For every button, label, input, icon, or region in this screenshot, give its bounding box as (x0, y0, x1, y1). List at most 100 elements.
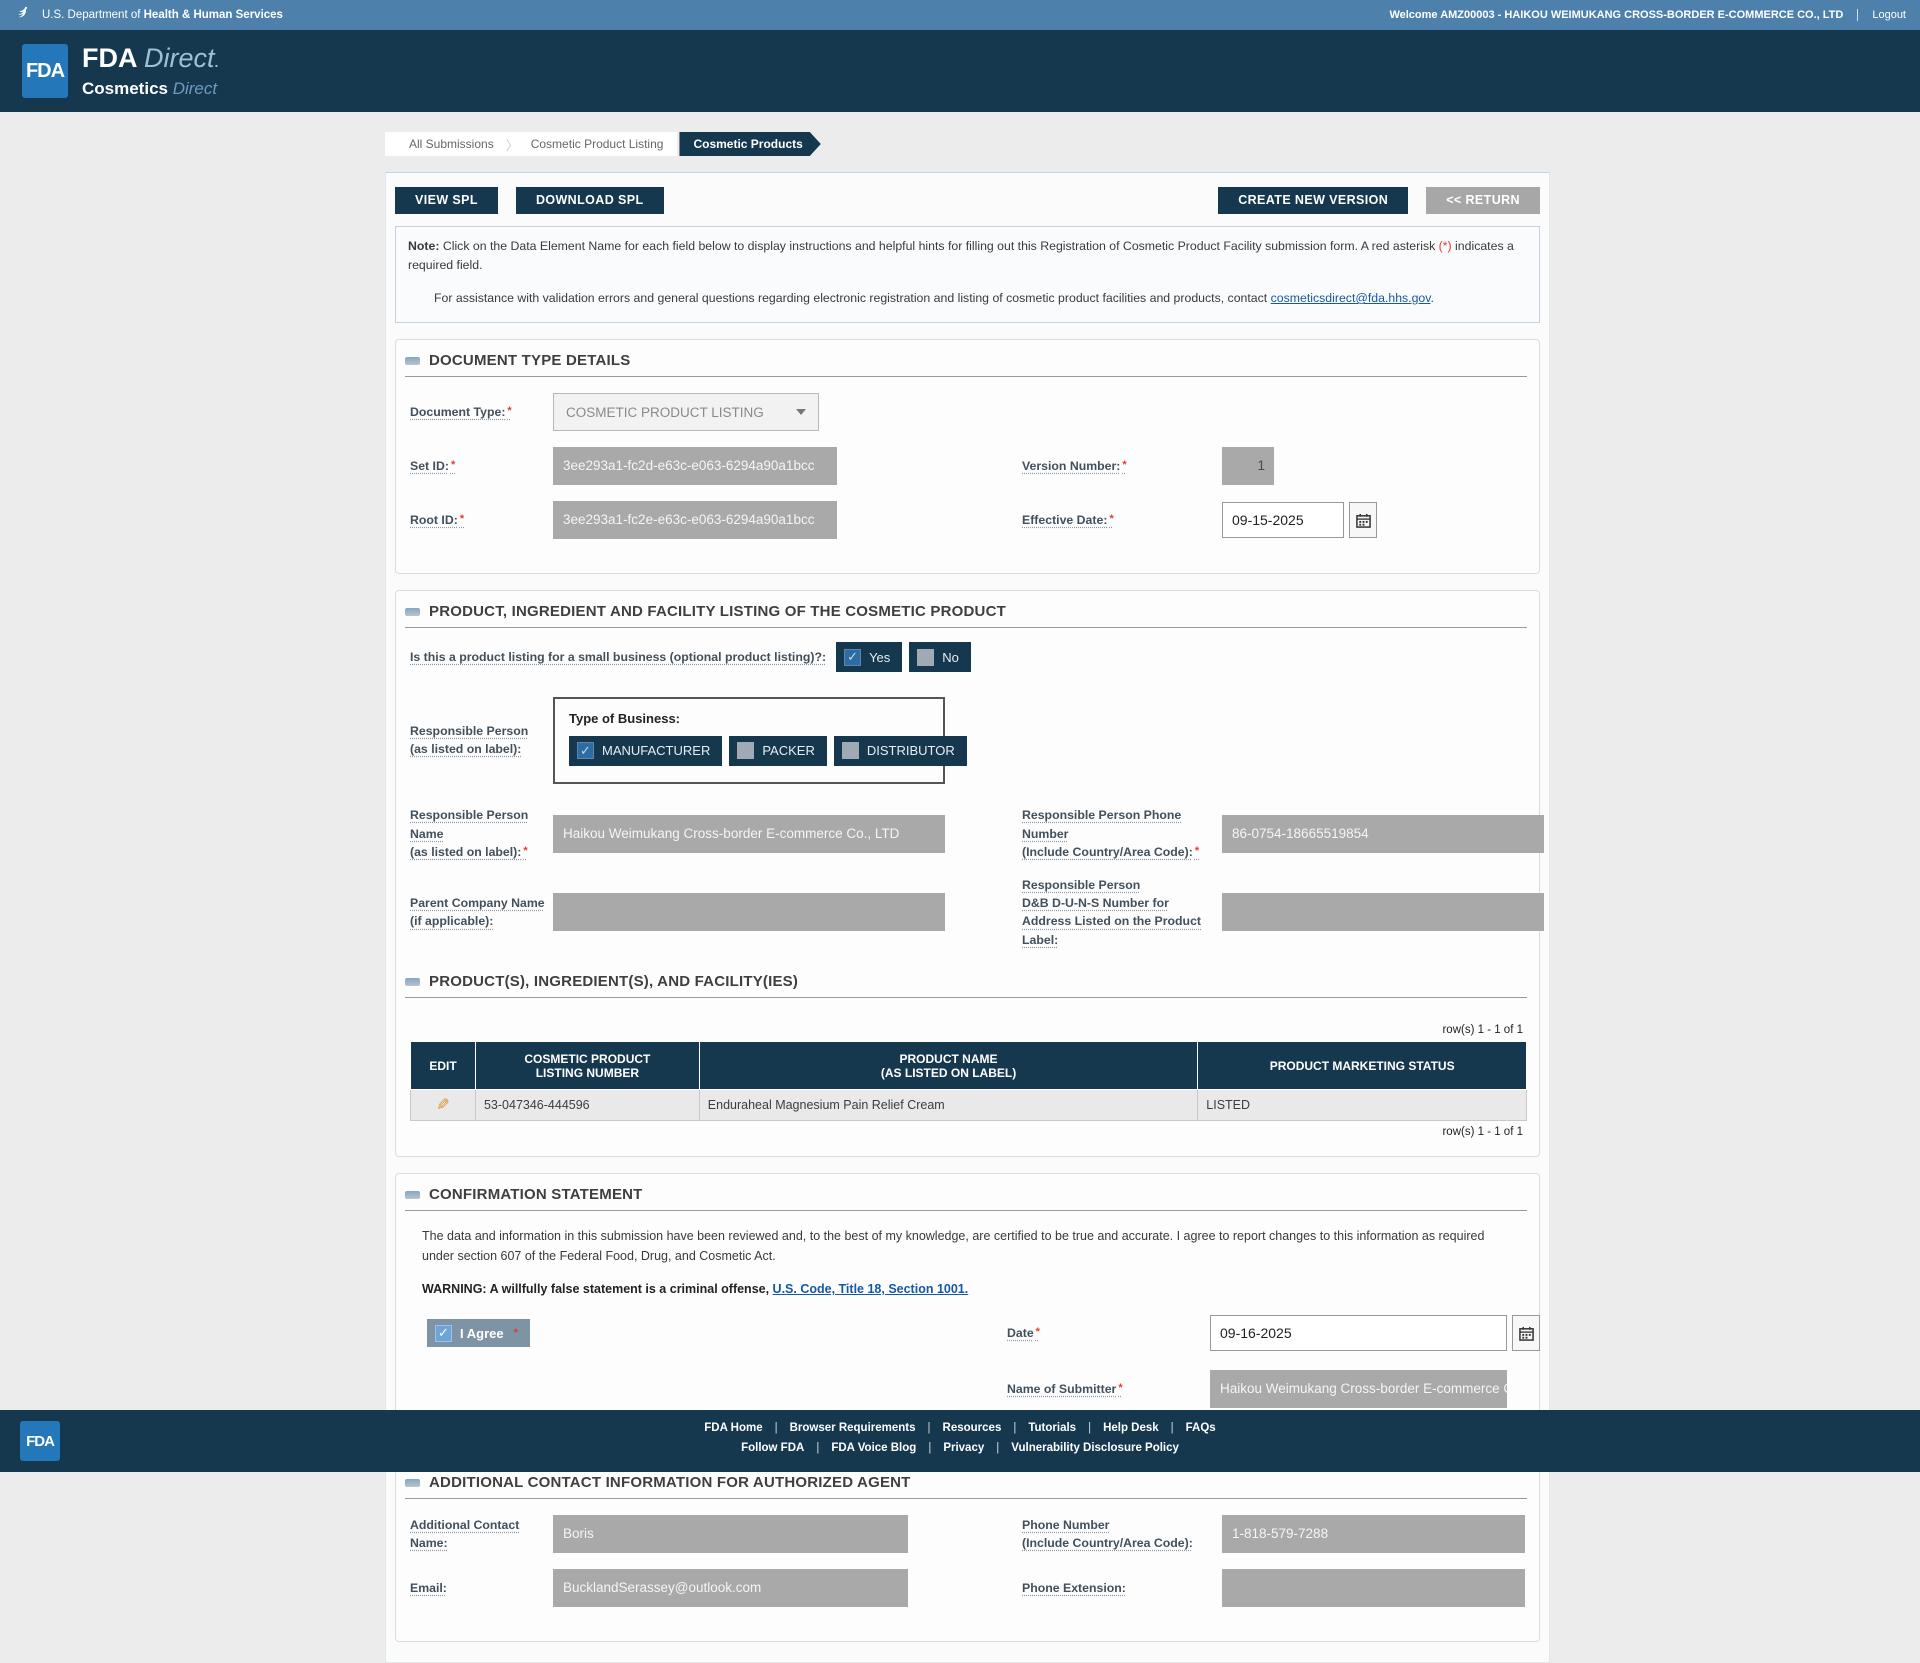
small-business-label[interactable]: Is this a product listing for a small bu… (410, 648, 826, 666)
marketing-status-column-header: PRODUCT MARKETING STATUS (1198, 1042, 1527, 1090)
confirmation-statement-text: The data and information in this submiss… (422, 1227, 1517, 1266)
government-topbar: U.S. Department of Health & Human Servic… (0, 0, 1920, 30)
footer-link-vulnerability-disclosure[interactable]: Vulnerability Disclosure Policy (1011, 1442, 1179, 1454)
responsible-person-label[interactable]: Responsible Person (as listed on label): (410, 722, 553, 759)
footer-links-row-2: Follow FDA | FDA Voice Blog | Privacy | Vul… (741, 1442, 1179, 1454)
effective-date-label[interactable]: Effective Date: * (1022, 511, 1222, 529)
logout-link[interactable]: Logout (1857, 9, 1906, 21)
additional-contact-section: ADDITIONAL CONTACT INFORMATION FOR AUTHO… (395, 1461, 1540, 1642)
footer-link-help-desk[interactable]: Help Desk (1103, 1422, 1159, 1434)
type-of-business-label: Type of Business: (569, 711, 929, 726)
welcome-user-label: Welcome AMZ00003 - HAIKOU WEIMUKANG CROS… (1389, 9, 1843, 21)
set-id-label[interactable]: Set ID: * (410, 457, 553, 475)
effective-date-input[interactable] (1222, 502, 1344, 538)
checkbox-checked-icon: ✓ (577, 742, 594, 759)
phone-extension-field (1222, 1569, 1525, 1607)
app-header: FDA FDA Direct. Cosmetics Direct (0, 30, 1920, 112)
footer-link-faqs[interactable]: FAQs (1186, 1422, 1216, 1434)
breadcrumb-cosmetic-products-current: Cosmetic Products (679, 132, 820, 156)
table-row: ✎ 53-047346-444596 Enduraheal Magnesium … (411, 1090, 1527, 1121)
manufacturer-checkbox[interactable]: ✓ MANUFACTURER (569, 736, 722, 766)
footer-link-tutorials[interactable]: Tutorials (1028, 1422, 1076, 1434)
footer-link-fda-home[interactable]: FDA Home (704, 1422, 762, 1434)
confirmation-date-input[interactable] (1210, 1315, 1507, 1351)
collapse-section-icon[interactable] (405, 1479, 420, 1487)
agent-email-label[interactable]: Email: (410, 1579, 553, 1597)
listing-number-cell: 53-047346-444596 (475, 1090, 699, 1121)
chevron-right-icon: 〉 (504, 135, 521, 154)
small-business-yes-checkbox[interactable]: ✓ Yes (836, 642, 902, 672)
document-type-select: COSMETIC PRODUCT LISTING (553, 393, 819, 431)
us-code-link[interactable]: U.S. Code, Title 18, Section 1001. (773, 1282, 969, 1296)
parent-company-label[interactable]: Parent Company Name (if applicable): (410, 894, 553, 931)
app-subtitle-main: Cosmetics (82, 79, 173, 98)
collapse-section-icon[interactable] (405, 357, 420, 365)
breadcrumb-all-submissions[interactable]: All Submissions (399, 137, 504, 151)
document-type-details-section: DOCUMENT TYPE DETAILS Document Type: * CO… (395, 339, 1540, 574)
calendar-icon[interactable] (1512, 1315, 1540, 1351)
edit-column-header: EDIT (411, 1042, 476, 1090)
note-box: Note: Click on the Data Element Name for… (395, 226, 1540, 323)
checkbox-unchecked-icon (842, 742, 859, 759)
agent-phone-field: 1-818-579-7288 (1222, 1515, 1525, 1553)
create-new-version-button[interactable]: CREATE NEW VERSION (1218, 187, 1408, 214)
additional-contact-name-label[interactable]: Additional Contact Name: (410, 1516, 553, 1553)
checkbox-checked-icon: ✓ (435, 1325, 452, 1342)
return-button[interactable]: << RETURN (1426, 187, 1540, 214)
listing-number-column-header: COSMETIC PRODUCT LISTING NUMBER (475, 1042, 699, 1090)
distributor-checkbox[interactable]: DISTRIBUTOR (834, 736, 967, 766)
agent-email-field: BucklandSerassey@outlook.com (553, 1569, 908, 1607)
calendar-icon[interactable] (1349, 502, 1377, 538)
type-of-business-fieldset: Type of Business: ✓ MANUFACTURER PACKER (553, 697, 945, 784)
app-title-main: FDA (82, 43, 144, 73)
footer-link-browser-requirements[interactable]: Browser Requirements (790, 1422, 916, 1434)
footer-link-resources[interactable]: Resources (943, 1422, 1002, 1434)
view-spl-button[interactable]: VIEW SPL (395, 187, 498, 214)
version-number-label[interactable]: Version Number: * (1022, 457, 1222, 475)
product-ingredient-facility-section: PRODUCT, INGREDIENT AND FACILITY LISTING… (395, 590, 1540, 1157)
responsible-person-phone-field: 86-0754-18665519854 (1222, 815, 1544, 853)
duns-number-label[interactable]: Responsible Person D&B D-U-N-S Number fo… (1022, 876, 1222, 950)
row-count-top: row(s) 1 - 1 of 1 (405, 1024, 1523, 1036)
phone-extension-label[interactable]: Phone Extension: (1022, 1579, 1222, 1597)
document-type-label[interactable]: Document Type: * (410, 403, 553, 421)
footer-link-privacy[interactable]: Privacy (943, 1442, 984, 1454)
hhs-eagle-icon (14, 5, 34, 25)
product-name-cell: Enduraheal Magnesium Pain Relief Cream (699, 1090, 1197, 1121)
footer-link-fda-voice-blog[interactable]: FDA Voice Blog (831, 1442, 916, 1454)
app-subtitle-accent: Direct (173, 79, 217, 98)
collapse-section-icon[interactable] (405, 608, 420, 616)
agent-phone-label[interactable]: Phone Number (Include Country/Area Code)… (1022, 1516, 1222, 1553)
assistance-text: For assistance with validation errors an… (434, 289, 1527, 308)
set-id-field: 3ee293a1-fc2d-e63c-e063-6294a90a1bcc (553, 447, 837, 485)
section-title: DOCUMENT TYPE DETAILS (429, 352, 630, 369)
version-number-field: 1 (1222, 447, 1274, 485)
section-title: ADDITIONAL CONTACT INFORMATION FOR AUTHO… (429, 1474, 911, 1491)
app-title: FDA Direct. Cosmetics Direct (82, 44, 218, 99)
checkbox-unchecked-icon (737, 742, 754, 759)
edit-pencil-icon[interactable]: ✎ (419, 1095, 467, 1115)
checkbox-unchecked-icon (917, 649, 934, 666)
collapse-section-icon[interactable] (405, 1191, 420, 1199)
name-of-submitter-label[interactable]: Name of Submitter * (1007, 1380, 1210, 1398)
small-business-no-checkbox[interactable]: No (909, 642, 971, 672)
checkbox-checked-icon: ✓ (844, 649, 861, 666)
breadcrumb-cosmetic-product-listing[interactable]: Cosmetic Product Listing (521, 137, 674, 151)
download-spl-button[interactable]: DOWNLOAD SPL (516, 187, 664, 214)
packer-checkbox[interactable]: PACKER (729, 736, 827, 766)
toolbar: VIEW SPL DOWNLOAD SPL CREATE NEW VERSION… (395, 187, 1540, 214)
note-text: Note: Click on the Data Element Name for… (408, 237, 1527, 275)
contact-email-link[interactable]: cosmeticsdirect@fda.hhs.gov (1271, 291, 1431, 305)
root-id-label[interactable]: Root ID: * (410, 511, 553, 529)
date-label[interactable]: Date * (1007, 1324, 1210, 1342)
collapse-section-icon[interactable] (405, 978, 420, 986)
dropdown-arrow-icon (796, 409, 806, 415)
warning-text: WARNING: A willfully false statement is … (422, 1282, 1527, 1296)
i-agree-checkbox[interactable]: ✓ I Agree * (427, 1319, 530, 1347)
responsible-person-name-label[interactable]: Responsible Person Name (as listed on la… (410, 806, 553, 861)
footer-link-follow-fda[interactable]: Follow FDA (741, 1442, 804, 1454)
section-title: PRODUCT, INGREDIENT AND FACILITY LISTING… (429, 603, 1006, 620)
fda-logo: FDA (22, 44, 68, 98)
row-count-bottom: row(s) 1 - 1 of 1 (405, 1126, 1523, 1138)
responsible-person-phone-label[interactable]: Responsible Person Phone Number (Include… (1022, 806, 1222, 861)
